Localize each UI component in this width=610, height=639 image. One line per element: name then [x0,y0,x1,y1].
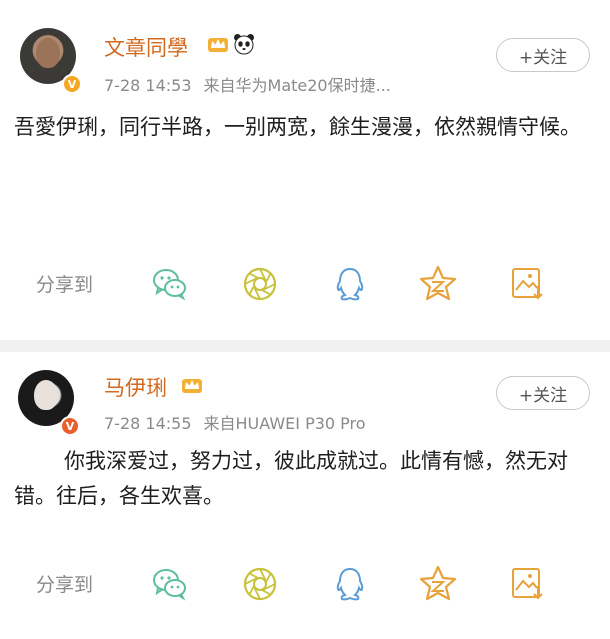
post-meta: 7-28 14:55 来自HUAWEI P30 Pro [104,410,366,434]
moments-icon[interactable] [240,264,280,304]
save-image-icon[interactable] [508,264,548,304]
weibo-post-1: V 文章同學 7-28 14:53 来自华为Mate20保时捷... +关注 吾愛… [0,0,610,340]
qzone-icon[interactable] [418,264,458,304]
share-label: 分享到 [36,574,94,596]
post-content: 你我深爱过，努力过，彼此成就过。此情有憾，然无对错。往后，各生欢喜。 [14,449,568,508]
qq-icon[interactable] [330,264,370,304]
post-source: 来自HUAWEI P30 Pro [203,414,366,433]
verified-badge-icon: V [62,74,82,94]
wechat-icon[interactable] [150,264,190,304]
post-time: 7-28 14:55 [104,414,192,433]
post-time: 7-28 14:53 [104,76,192,95]
follow-button[interactable]: +关注 [496,376,590,410]
share-bar: 分享到 [0,262,610,306]
qq-icon[interactable] [330,564,370,604]
share-bar: 分享到 [0,562,610,606]
post-divider [0,340,610,352]
weibo-post-2: V 马伊琍 7-28 14:55 来自HUAWEI P30 Pro +关注 你我深… [0,352,610,639]
username[interactable]: 马伊琍 [104,372,167,402]
post-meta: 7-28 14:53 来自华为Mate20保时捷... [104,72,391,96]
post-content: 吾愛伊琍，同行半路，一别两宽，餘生漫漫，依然親情守候。 [14,115,581,139]
username[interactable]: 文章同學 [104,32,188,62]
panda-icon [234,34,254,55]
crown-icon [208,38,228,52]
share-label: 分享到 [36,274,94,296]
save-image-icon[interactable] [508,564,548,604]
moments-icon[interactable] [240,564,280,604]
post-source: 来自华为Mate20保时捷... [203,76,391,95]
wechat-icon[interactable] [150,564,190,604]
follow-button[interactable]: +关注 [496,38,590,72]
crown-icon [182,379,202,393]
verified-badge-icon: V [60,416,80,436]
qzone-icon[interactable] [418,564,458,604]
